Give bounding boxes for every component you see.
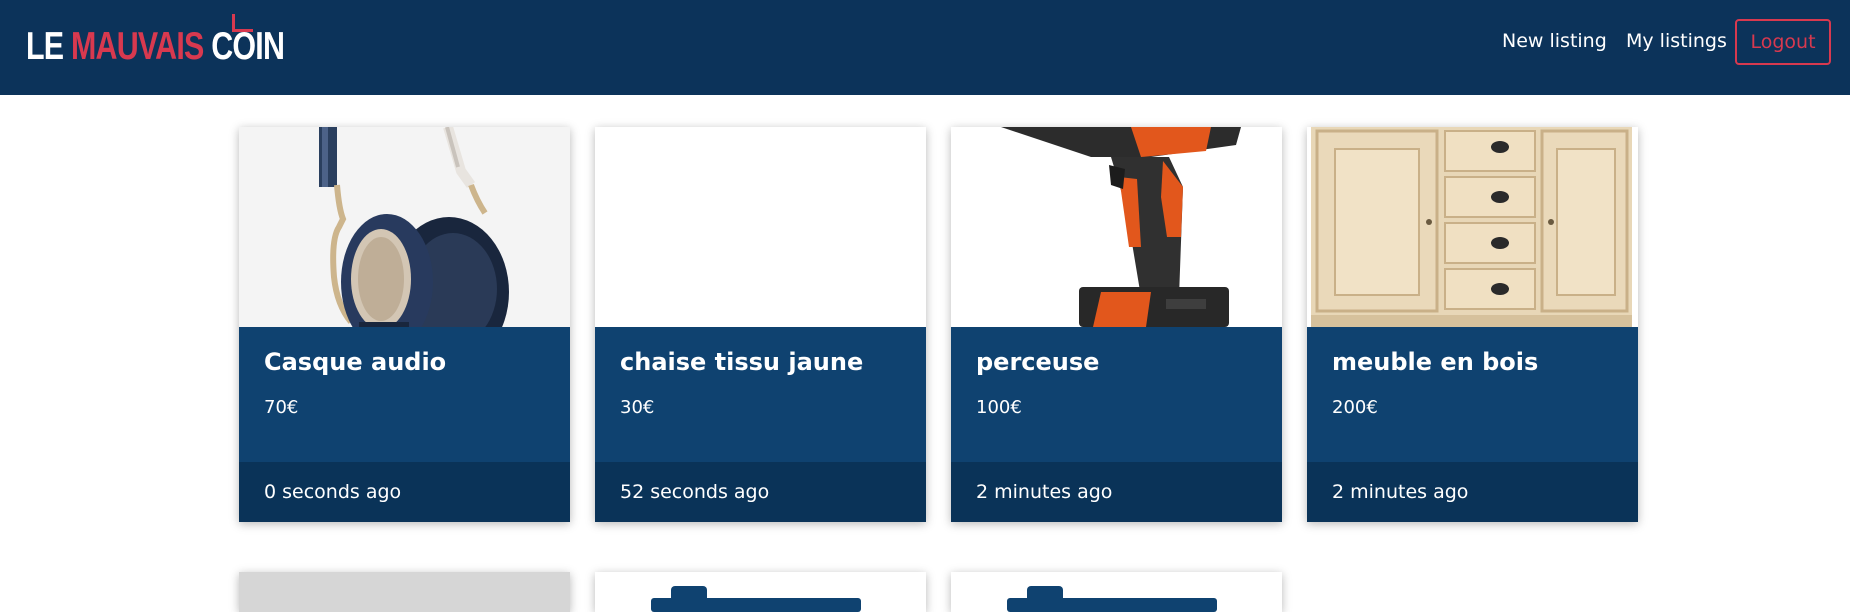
logout-button[interactable]: Logout — [1735, 19, 1831, 65]
listing-card-partial[interactable] — [595, 572, 926, 612]
listing-card[interactable]: meuble en bois 200€ 2 minutes ago — [1307, 127, 1638, 522]
listing-card[interactable]: perceuse 100€ 2 minutes ago — [951, 127, 1282, 522]
listing-image-drill — [951, 127, 1282, 327]
listing-body: Casque audio 70€ — [239, 327, 570, 462]
listing-image-partial — [651, 586, 861, 612]
navbar: LE MAUVAIS COIN New listing My listings … — [0, 0, 1850, 95]
listing-title: Casque audio — [264, 348, 447, 376]
listing-timestamp: 0 seconds ago — [264, 481, 402, 503]
listing-card[interactable]: chaise tissu jaune 30€ 52 seconds ago — [595, 127, 926, 522]
logo-part-mauvais: MAUVAIS — [70, 25, 204, 68]
listing-image-blank — [595, 127, 926, 327]
listing-price: 30€ — [620, 397, 655, 418]
listing-body: perceuse 100€ — [951, 327, 1282, 462]
listing-footer: 52 seconds ago — [595, 462, 926, 522]
listing-card-partial[interactable] — [951, 572, 1282, 612]
listing-timestamp: 52 seconds ago — [620, 481, 770, 503]
listing-price: 70€ — [264, 397, 299, 418]
listing-body: meuble en bois 200€ — [1307, 327, 1638, 462]
listing-timestamp: 2 minutes ago — [1332, 481, 1469, 503]
listing-footer: 2 minutes ago — [951, 462, 1282, 522]
listing-card-partial[interactable] — [239, 572, 570, 612]
listing-price: 200€ — [1332, 397, 1378, 418]
listing-image-wooden-cabinet — [1307, 127, 1638, 327]
listing-title: meuble en bois — [1332, 348, 1539, 376]
listing-image-headphones — [239, 127, 570, 327]
listing-footer: 2 minutes ago — [1307, 462, 1638, 522]
logo-corner-mark — [232, 14, 253, 32]
nav-new-listing-link[interactable]: New listing — [1502, 26, 1607, 56]
listing-timestamp: 2 minutes ago — [976, 481, 1113, 503]
listing-title: chaise tissu jaune — [620, 348, 864, 376]
listing-title: perceuse — [976, 348, 1100, 376]
logo-part-le: LE — [26, 25, 71, 68]
listing-image-partial — [1007, 586, 1217, 612]
listing-card[interactable]: Casque audio 70€ 0 seconds ago — [239, 127, 570, 522]
listing-price: 100€ — [976, 397, 1022, 418]
listing-footer: 0 seconds ago — [239, 462, 570, 522]
nav-my-listings-link[interactable]: My listings — [1626, 26, 1727, 56]
listing-body: chaise tissu jaune 30€ — [595, 327, 926, 462]
